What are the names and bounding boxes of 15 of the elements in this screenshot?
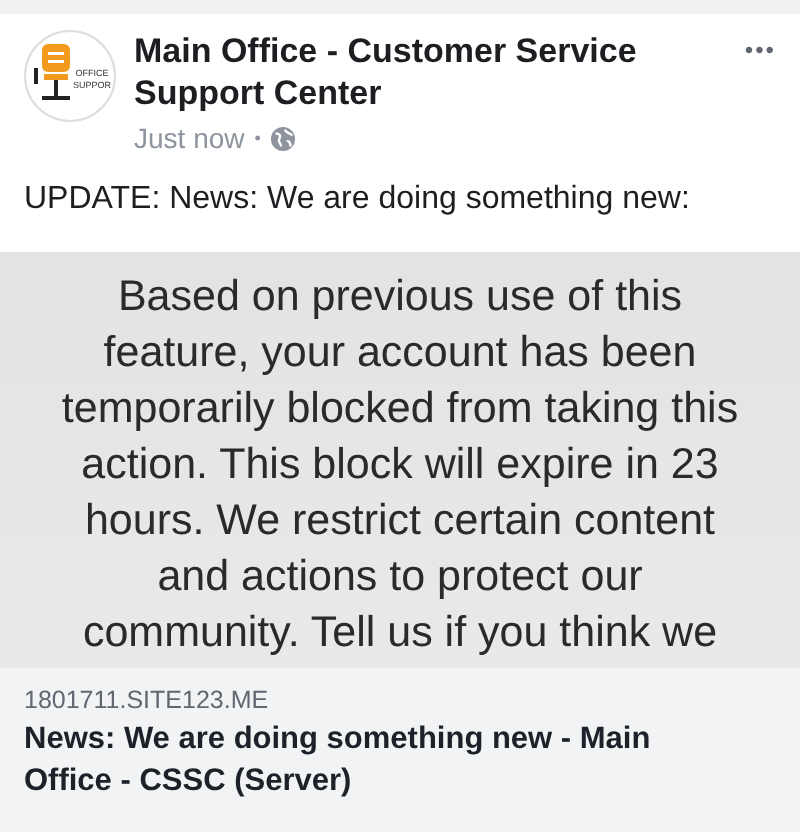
link-title[interactable]: News: We are doing something new - Main Office - CSSC (Server) — [24, 718, 734, 802]
image-text-line: hours. We restrict certain content — [84, 494, 716, 548]
link-preview-bar[interactable]: 1801711.SITE123.ME News: We are doing something new - Main Office - CSSC (Server) — [0, 668, 800, 832]
image-text-line: and actions to protect our — [157, 550, 643, 604]
image-text-line: community. Tell us if you think we — [82, 606, 718, 660]
link-domain: 1801711.SITE123.ME — [24, 686, 271, 714]
post-message: UPDATE: News: We are doing something new: — [22, 180, 692, 220]
image-text-line: feature, your account has been — [103, 326, 697, 380]
globe-icon — [270, 125, 297, 151]
more-options-button[interactable]: ••• — [744, 36, 776, 64]
image-text-line: Based on previous use of this — [117, 270, 683, 324]
page-name[interactable]: Main Office - Customer Service Support Center — [134, 30, 674, 114]
separator-dot: • — [254, 128, 261, 148]
image-text-line: action. This block will expire in 23 — [81, 438, 719, 492]
image-text-line: temporarily blocked from taking this — [61, 382, 739, 436]
